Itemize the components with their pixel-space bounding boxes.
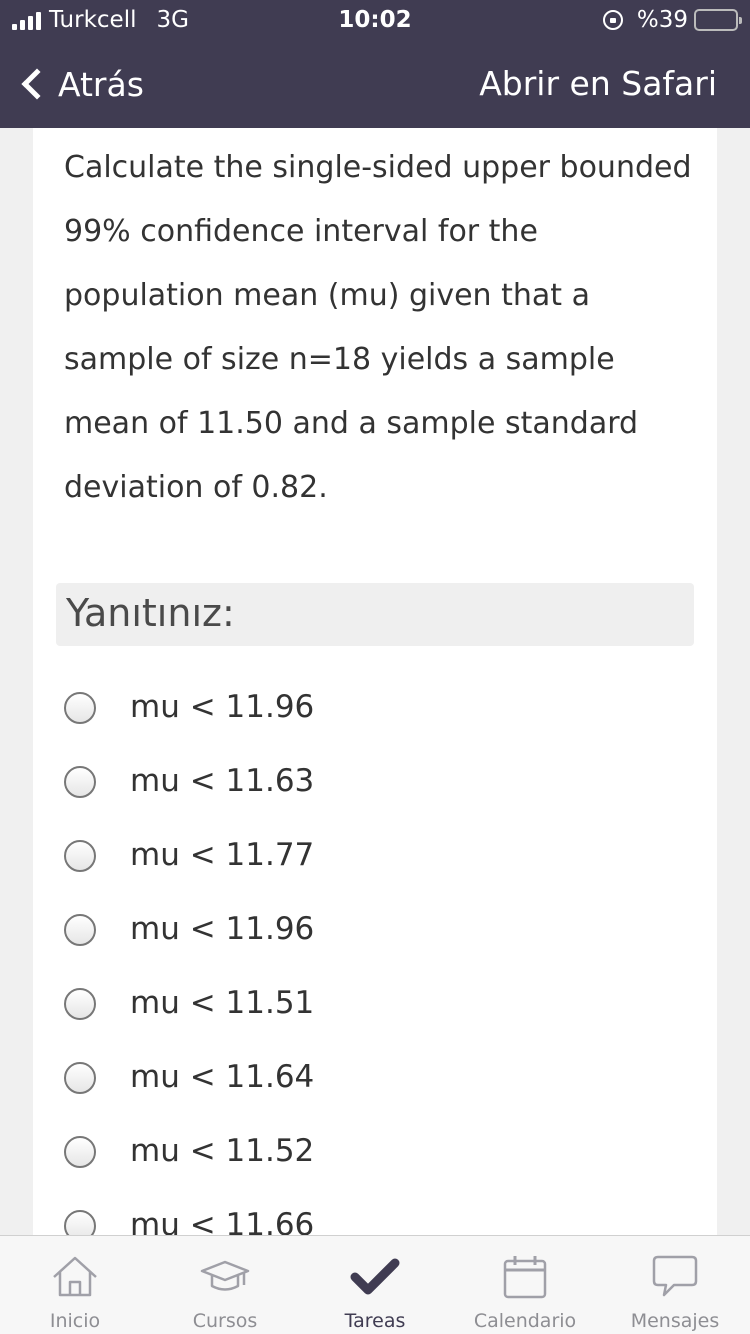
option-label: mu < 11.64 bbox=[130, 1059, 315, 1095]
option-label: mu < 11.66 bbox=[130, 1207, 315, 1236]
radio-button[interactable] bbox=[64, 914, 96, 946]
answer-option[interactable]: mu < 11.63 bbox=[33, 763, 717, 838]
answer-heading: Yanıtınız: bbox=[56, 583, 694, 646]
question-card: Calculate the single-sided upper bounded… bbox=[33, 128, 717, 1236]
tab-label: Cursos bbox=[192, 1310, 258, 1332]
option-label: mu < 11.96 bbox=[130, 911, 315, 947]
tab-tareas[interactable]: Tareas bbox=[300, 1236, 450, 1334]
option-label: mu < 11.52 bbox=[130, 1133, 315, 1169]
back-button[interactable]: Atrás bbox=[14, 60, 144, 108]
radio-button[interactable] bbox=[64, 1136, 96, 1168]
question-text: Calculate the single-sided upper bounded… bbox=[64, 150, 692, 505]
answer-option[interactable]: mu < 11.52 bbox=[33, 1133, 717, 1208]
radio-button[interactable] bbox=[64, 692, 96, 724]
answer-options: mu < 11.96 mu < 11.63 mu < 11.77 mu < 11… bbox=[33, 689, 717, 1236]
tab-inicio[interactable]: Inicio bbox=[0, 1236, 150, 1334]
tab-bar: Inicio Cursos Tareas Calendario Mensajes bbox=[0, 1235, 750, 1334]
chat-bubble-icon bbox=[652, 1255, 698, 1297]
radio-button[interactable] bbox=[64, 766, 96, 798]
answer-option[interactable]: mu < 11.66 bbox=[33, 1207, 717, 1236]
status-right: %39 bbox=[602, 7, 742, 33]
tab-label: Tareas bbox=[344, 1310, 406, 1332]
tab-label: Calendario bbox=[473, 1310, 577, 1332]
answer-option[interactable]: mu < 11.77 bbox=[33, 837, 717, 912]
option-label: mu < 11.63 bbox=[130, 763, 315, 799]
open-in-safari-button[interactable]: Abrir en Safari bbox=[479, 64, 717, 103]
status-bar: Turkcell 3G 10:02 %39 bbox=[0, 0, 750, 40]
chevron-left-icon bbox=[21, 68, 53, 100]
answer-option[interactable]: mu < 11.96 bbox=[33, 911, 717, 986]
checkmark-icon bbox=[350, 1258, 400, 1295]
nav-bar: Atrás Abrir en Safari bbox=[0, 40, 750, 128]
tab-label: Mensajes bbox=[630, 1310, 720, 1332]
answer-option[interactable]: mu < 11.96 bbox=[33, 689, 717, 764]
calendar-icon bbox=[503, 1256, 547, 1299]
option-label: mu < 11.77 bbox=[130, 837, 315, 873]
battery-icon bbox=[694, 9, 742, 31]
orientation-lock-icon bbox=[602, 10, 623, 30]
answer-option[interactable]: mu < 11.64 bbox=[33, 1059, 717, 1134]
radio-button[interactable] bbox=[64, 988, 96, 1020]
tab-calendario[interactable]: Calendario bbox=[450, 1236, 600, 1334]
answer-option[interactable]: mu < 11.51 bbox=[33, 985, 717, 1060]
option-label: mu < 11.96 bbox=[130, 689, 315, 725]
tab-mensajes[interactable]: Mensajes bbox=[600, 1236, 750, 1334]
tab-label: Inicio bbox=[49, 1310, 101, 1332]
radio-button[interactable] bbox=[64, 1210, 96, 1236]
option-label: mu < 11.51 bbox=[130, 985, 315, 1021]
answer-heading-label: Yanıtınız: bbox=[66, 591, 235, 635]
graduation-cap-icon bbox=[200, 1260, 250, 1291]
battery-percent: %39 bbox=[636, 7, 688, 33]
radio-button[interactable] bbox=[64, 840, 96, 872]
home-icon bbox=[53, 1256, 97, 1297]
back-label: Atrás bbox=[58, 64, 144, 104]
radio-button[interactable] bbox=[64, 1062, 96, 1094]
tab-cursos[interactable]: Cursos bbox=[150, 1236, 300, 1334]
